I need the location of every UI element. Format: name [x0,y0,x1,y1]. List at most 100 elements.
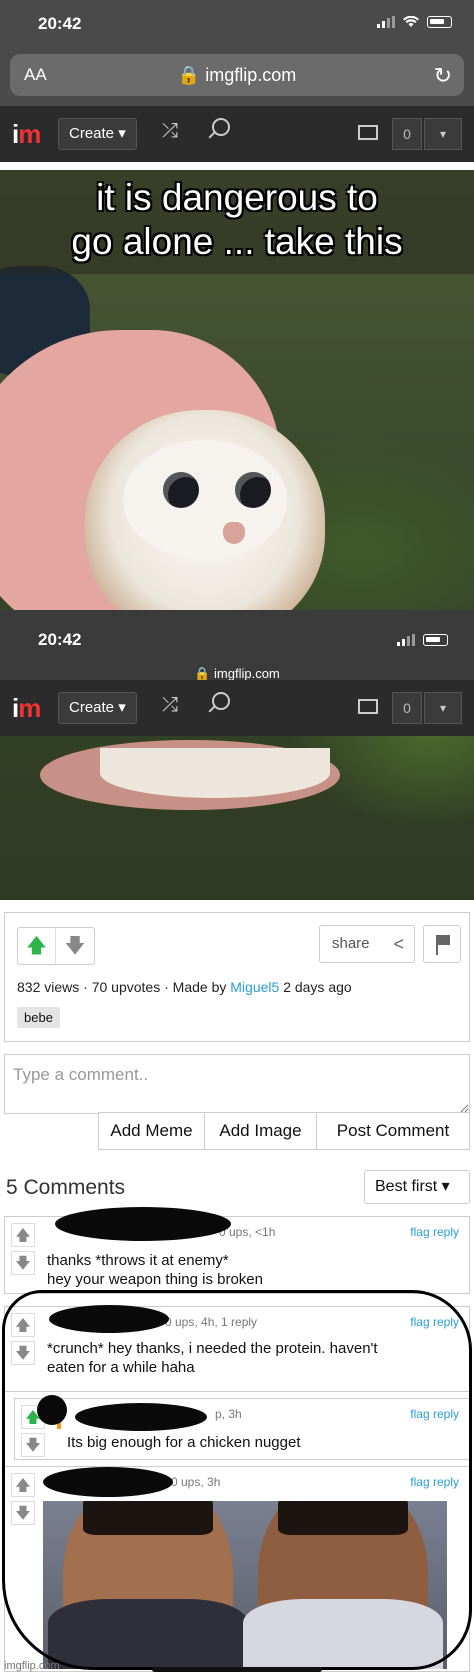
wifi-icon [403,16,419,27]
url-label: imgflip.com [205,65,297,85]
comment-text: Its big enough for a chicken nugget [67,1434,301,1451]
reaction-image[interactable] [43,1501,447,1669]
owl-figure [85,410,325,640]
embedded-dropdown-icon: ▾ [424,692,462,724]
comment-upvote-button[interactable]: 🡅 [11,1223,35,1247]
sort-select[interactable]: Best first ▾ [364,1170,470,1204]
imgflip-logo[interactable]: im [12,119,41,150]
comment-downvote-button[interactable]: 🡇 [21,1433,45,1457]
post-comment-button[interactable]: Post Comment [317,1113,469,1149]
mail-icon[interactable] [358,125,378,140]
imgflip-watermark: imgflip.com [4,1660,60,1672]
embedded-status-icons [397,634,448,646]
embedded-status-time: 20:42 [38,630,82,649]
comment-downvote-button[interactable]: 🡇 [11,1501,35,1525]
comment-item: 🡅 🡇 0 ups, 3h flag reply [4,1466,470,1672]
comment-downvote-button[interactable]: 🡇 [11,1341,35,1365]
notification-count[interactable]: 0 [392,118,422,150]
reply-link[interactable]: reply [433,1225,459,1239]
embedded-imgflip-logo: im [12,693,41,723]
caption-line-1: it is dangerous to [96,177,378,218]
comment-meta: 0 ups, 3h [171,1475,221,1489]
upvote-count: 70 upvotes [91,979,161,995]
author-link[interactable]: Miguel5 [230,979,279,995]
redaction-scribble [43,1467,173,1497]
comment-vote: 🡅 🡇 [11,1473,37,1525]
meme-caption: it is dangerous to go alone ... take thi… [0,176,474,264]
tag-bebe[interactable]: bebe [17,1007,60,1028]
flag-link[interactable]: flag [410,1315,429,1329]
create-button[interactable]: Create ▾ [58,118,137,150]
caption-line-2: go alone ... take this [71,221,403,262]
comment-actions-links: flag reply [410,1225,459,1239]
embedded-mail-icon [358,699,378,714]
embedded-signal-icon [397,634,415,646]
comment-meta: 0 ups, 4h, 1 reply [165,1315,258,1329]
comment-input[interactable] [5,1055,469,1113]
redaction-scribble [55,1207,231,1241]
add-meme-button[interactable]: Add Meme [99,1113,205,1149]
comment-text: *crunch* hey thanks, i needed the protei… [47,1340,378,1376]
reply-item: 🡅 🡇 p, 3h flag reply Its big enough for … [14,1395,470,1460]
status-icons [377,16,452,28]
reload-icon[interactable]: ↻ [434,63,452,89]
comment-item: 🡅 🡇 0 ups, <1h flag reply thanks *throws… [4,1207,470,1294]
comment-box [4,1054,470,1114]
reply-link[interactable]: reply [433,1315,459,1329]
reply-link[interactable]: reply [433,1407,459,1421]
notification-dropdown-button[interactable]: ▾ [424,118,462,150]
lock-icon: 🔒 [177,65,201,85]
add-image-button[interactable]: Add Image [205,1113,317,1149]
shirt-left [48,1599,248,1669]
reply-link[interactable]: reply [433,1475,459,1489]
share-button[interactable]: share < [319,925,415,963]
redaction-scribble [37,1395,67,1425]
url-bar[interactable]: AA 🔒 imgflip.com ↻ [10,54,464,96]
embedded-site-nav: im Create ▾ ⤮ 0 ▾ [0,680,474,736]
comment-actions-links: flag reply [410,1407,459,1421]
comment-meta: p, 3h [215,1407,242,1421]
redaction-scribble [49,1305,169,1333]
embedded-notification-count: 0 [392,692,422,724]
shuffle-icon[interactable]: ⤮ [162,120,178,143]
comment-item: 🡅 🡇 0 ups, 4h, 1 reply flag reply *crunc… [4,1305,470,1392]
battery-icon [427,16,452,28]
comment-vote: 🡅 🡇 [11,1313,37,1365]
comment-actions-links: flag reply [410,1315,459,1329]
meme-image: it is dangerous to go alone ... take thi… [0,170,474,900]
post-age: 2 days ago [283,979,352,995]
embedded-create-button: Create ▾ [58,692,137,724]
downvote-button[interactable]: 🡇 [56,928,94,964]
search-icon[interactable] [212,118,230,136]
share-label: share [332,935,370,952]
comment-upvote-button[interactable]: 🡅 [11,1313,35,1337]
owl-eye-right [235,472,271,508]
flag-link[interactable]: flag [410,1475,429,1489]
comment-actions: Add Meme Add Image Post Comment [98,1112,470,1150]
browser-toolbar: AA 🔒 imgflip.com ↻ [0,50,474,106]
embedded-shuffle-icon: ⤮ [162,694,178,716]
flag-link[interactable]: flag [410,1225,429,1239]
flag-link[interactable]: flag [410,1407,429,1421]
comment-downvote-button[interactable]: 🡇 [11,1251,35,1275]
post-info: 🡅 🡇 share < 832 views · 70 upvotes · Mad… [4,912,470,1042]
status-bar: 20:42 [0,0,474,50]
post-meta: 832 views · 70 upvotes · Made by Miguel5… [17,979,352,995]
owl-bottom-shape [100,748,330,798]
shirt-right [243,1599,443,1669]
site-nav: im Create ▾ ⤮ 0 ▾ [0,106,474,162]
flag-post-button[interactable] [423,925,461,963]
home-indicator [152,1667,322,1672]
comment-actions-links: flag reply [410,1475,459,1489]
upvote-button[interactable]: 🡅 [18,928,56,964]
comment-vote: 🡅 🡇 [11,1223,37,1275]
embedded-battery-icon [423,634,448,646]
signal-icon [377,16,395,28]
view-count: 832 views [17,979,80,995]
comment-upvote-button[interactable]: 🡅 [11,1473,35,1497]
comment-text: thanks *throws it at enemy* hey your wea… [47,1252,263,1288]
share-icon: < [393,934,404,954]
status-time: 20:42 [38,14,82,33]
embedded-search-icon [212,692,230,710]
vote-group: 🡅 🡇 [17,927,95,965]
